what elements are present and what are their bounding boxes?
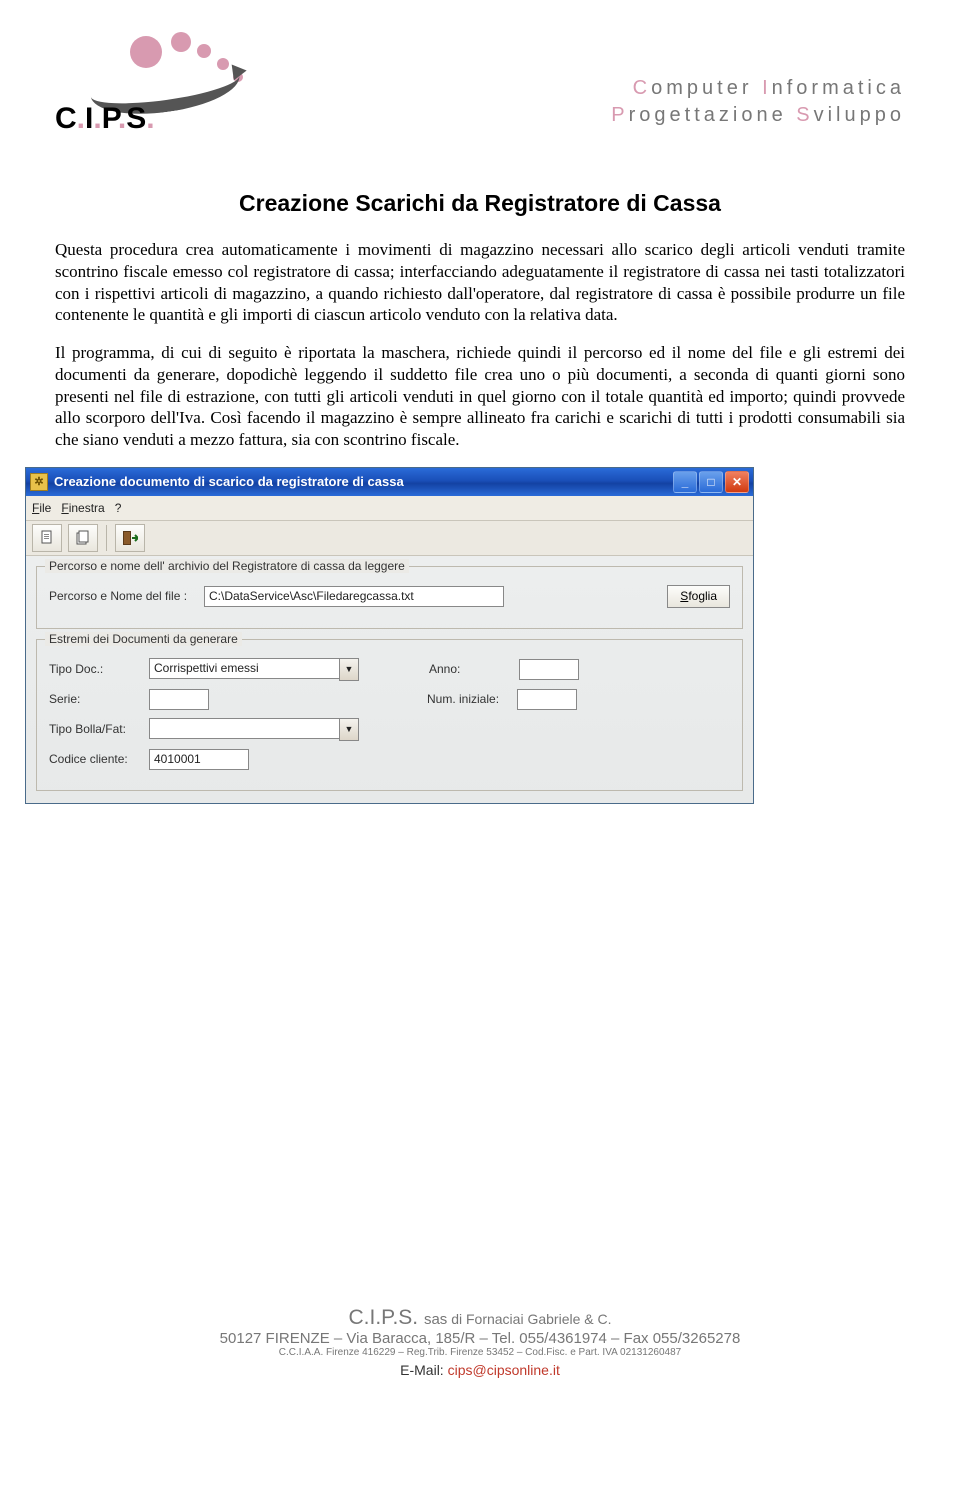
- group-file-path: Percorso e nome dell' archivio del Regis…: [36, 566, 743, 629]
- documents-stack-icon: [75, 530, 91, 546]
- codcliente-label: Codice cliente:: [49, 752, 139, 766]
- page-footer: C.I.P.S. sas di Fornaciai Gabriele & C. …: [0, 1306, 960, 1378]
- menu-file[interactable]: File: [32, 501, 51, 515]
- group-document-params: Estremi dei Documenti da generare Tipo D…: [36, 639, 743, 791]
- toolbar-separator: [106, 525, 107, 551]
- toolbar-exit-button[interactable]: [115, 524, 145, 552]
- page-header: C.I.P.S. Computer Informatica Progettazi…: [55, 30, 905, 150]
- codcliente-input[interactable]: [149, 749, 249, 770]
- footer-company: C.I.P.S. sas di Fornaciai Gabriele & C.: [0, 1306, 960, 1330]
- window-app-icon: ✲: [30, 473, 48, 491]
- logo-text: C.I.P.S.: [55, 102, 155, 136]
- document-icon: [39, 530, 55, 546]
- numiniz-input[interactable]: [517, 689, 577, 710]
- window-titlebar: ✲ Creazione documento di scarico da regi…: [26, 468, 753, 496]
- footer-email-link[interactable]: cips@cipsonline.it: [448, 1362, 560, 1378]
- window-title: Creazione documento di scarico da regist…: [54, 474, 404, 489]
- anno-input[interactable]: [519, 659, 579, 680]
- anno-label: Anno:: [429, 662, 509, 676]
- serie-label: Serie:: [49, 692, 139, 706]
- toolbar: [26, 521, 753, 556]
- page: C.I.P.S. Computer Informatica Progettazi…: [0, 0, 960, 1400]
- footer-registration: C.C.I.A.A. Firenze 416229 – Reg.Trib. Fi…: [0, 1347, 960, 1358]
- file-path-input[interactable]: [204, 586, 504, 607]
- browse-button[interactable]: Sfoglia: [667, 585, 730, 608]
- tagline: Computer Informatica Progettazione Svilu…: [611, 75, 905, 129]
- numiniz-label: Num. iniziale:: [427, 692, 507, 706]
- tipobolla-combo[interactable]: ▼: [149, 718, 359, 741]
- tipodoc-input[interactable]: [149, 658, 339, 679]
- window-minimize-button[interactable]: _: [673, 471, 697, 493]
- serie-input[interactable]: [149, 689, 209, 710]
- window-maximize-button[interactable]: □: [699, 471, 723, 493]
- tipodoc-label: Tipo Doc.:: [49, 662, 139, 676]
- dropdown-icon[interactable]: ▼: [339, 658, 359, 681]
- app-window: ✲ Creazione documento di scarico da regi…: [25, 467, 754, 804]
- group-file-path-legend: Percorso e nome dell' archivio del Regis…: [45, 559, 409, 573]
- menu-finestra[interactable]: Finestra: [61, 501, 104, 515]
- footer-email: E-Mail: cips@cipsonline.it: [0, 1362, 960, 1378]
- window-close-button[interactable]: ✕: [725, 471, 749, 493]
- menubar: File Finestra ?: [26, 496, 753, 521]
- footer-address: 50127 FIRENZE – Via Baracca, 185/R – Tel…: [0, 1330, 960, 1347]
- paragraph-2: Il programma, di cui di seguito è riport…: [55, 342, 905, 451]
- paragraph-1: Questa procedura crea automaticamente i …: [55, 239, 905, 326]
- tipobolla-input[interactable]: [149, 718, 339, 739]
- tipodoc-combo[interactable]: ▼: [149, 658, 359, 681]
- exit-door-icon: [122, 530, 138, 546]
- toolbar-button-2[interactable]: [68, 524, 98, 552]
- toolbar-button-1[interactable]: [32, 524, 62, 552]
- group-document-params-legend: Estremi dei Documenti da generare: [45, 632, 242, 646]
- menu-help[interactable]: ?: [115, 501, 122, 515]
- dropdown-icon[interactable]: ▼: [339, 718, 359, 741]
- file-path-label: Percorso e Nome del file :: [49, 589, 194, 603]
- page-title: Creazione Scarichi da Registratore di Ca…: [55, 190, 905, 217]
- tipobolla-label: Tipo Bolla/Fat:: [49, 722, 139, 736]
- logo: C.I.P.S.: [55, 30, 275, 150]
